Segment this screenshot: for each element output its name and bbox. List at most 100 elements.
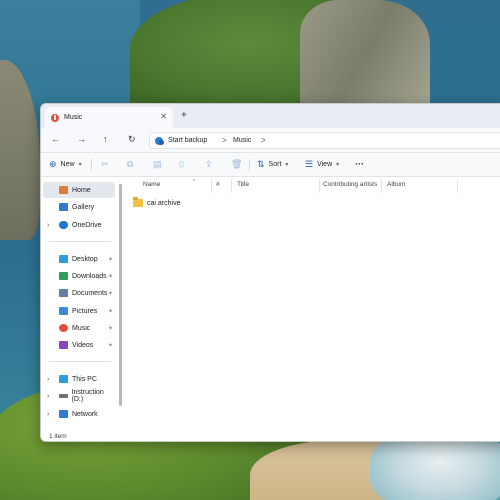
view-button[interactable]: ☰ View ▾ (305, 159, 339, 170)
back-button[interactable]: ← (51, 134, 60, 144)
file-name: cai archive (147, 199, 181, 207)
chevron-down-icon: ▾ (78, 162, 82, 168)
sidebar-item-label: Gallery (72, 203, 95, 211)
copy-icon: ⧉ (127, 159, 134, 169)
column-divider[interactable] (231, 180, 232, 193)
sidebar-item-pictures[interactable]: Pictures ✦ (43, 303, 115, 319)
folder-icon (133, 197, 143, 207)
sidebar-item-videos[interactable]: Videos ✦ (43, 337, 115, 353)
sidebar-item-music[interactable]: Music ✦ (43, 320, 115, 336)
column-divider[interactable] (381, 180, 382, 193)
sidebar-item-label: Pictures (72, 307, 98, 315)
sidebar-item-label: Network (72, 410, 98, 418)
address-bar[interactable]: Start backup > Music > (149, 132, 500, 149)
sidebar-item-desktop[interactable]: Desktop ✦ (43, 251, 115, 267)
gallery-icon (59, 203, 68, 211)
column-divider[interactable] (211, 180, 212, 193)
sidebar-item-label: Documents (72, 289, 108, 297)
column-header-number[interactable]: # (216, 181, 220, 193)
forward-button[interactable]: → (77, 134, 86, 144)
chevron-right-icon[interactable]: › (47, 222, 49, 229)
sidebar-item-label: Home (72, 186, 91, 194)
divider (49, 241, 111, 242)
column-header-album[interactable]: Album (387, 181, 405, 193)
sidebar-item-label: OneDrive (72, 221, 102, 229)
sidebar-item-drive-d[interactable]: › Instruction (D:) (43, 388, 115, 404)
video-icon (59, 341, 68, 349)
pin-icon: ✦ (107, 256, 113, 263)
paste-button[interactable]: ▤ (153, 159, 162, 170)
pin-icon: ✦ (107, 308, 113, 315)
sidebar-item-documents[interactable]: Documents ✦ (43, 285, 115, 301)
sort-label: Sort (268, 161, 282, 168)
share-button[interactable]: ⇪ (205, 159, 213, 170)
sidebar-item-home[interactable]: Home (43, 182, 115, 198)
pin-icon: ✦ (107, 325, 113, 332)
network-icon (59, 410, 68, 418)
breadcrumb-chevron-icon[interactable]: > (261, 136, 266, 145)
column-label: Name (143, 181, 161, 188)
chevron-down-icon: ▾ (336, 162, 340, 168)
column-divider[interactable] (319, 180, 320, 193)
chevron-right-icon[interactable]: › (47, 393, 49, 400)
column-header-title[interactable]: Title (237, 181, 249, 193)
divider (49, 361, 111, 362)
wallpaper-rock (300, 0, 430, 110)
copy-button[interactable]: ⧉ (127, 159, 133, 170)
pin-icon: ✦ (107, 290, 113, 297)
tab-bar: Music ✕ + (41, 104, 500, 128)
tab-music[interactable]: Music ✕ (45, 107, 173, 128)
sidebar-item-onedrive[interactable]: › OneDrive (43, 217, 115, 233)
desktop-icon (59, 255, 68, 263)
chevron-right-icon[interactable]: › (47, 411, 49, 418)
delete-button[interactable]: 🗑 (231, 159, 242, 170)
view-icon: ☰ (305, 159, 314, 169)
sidebar-item-downloads[interactable]: Downloads ✦ (43, 268, 115, 284)
navigation-pane: Home Gallery › OneDrive Desktop ✦ Downlo… (41, 177, 119, 430)
cloud-icon (59, 221, 68, 229)
refresh-button[interactable]: ↻ (128, 134, 136, 145)
rename-icon: ⌷ (179, 159, 185, 169)
download-icon (59, 272, 68, 280)
sidebar-item-this-pc[interactable]: › This PC (43, 371, 115, 387)
new-button[interactable]: ⊕ New ▾ (49, 159, 82, 170)
rename-button[interactable]: ⌷ (179, 159, 184, 170)
sidebar-scrollbar[interactable] (119, 184, 122, 406)
share-icon: ⇪ (205, 159, 213, 169)
item-count: 1 item (49, 433, 67, 440)
plus-circle-icon: ⊕ (49, 159, 57, 169)
column-divider[interactable] (457, 180, 458, 193)
divider (91, 159, 92, 171)
sidebar-item-gallery[interactable]: Gallery (43, 199, 115, 215)
column-header-contributing-artists[interactable]: Contributing artists (323, 181, 377, 193)
sort-button[interactable]: ⇅ Sort ▾ (257, 159, 288, 170)
more-options-button[interactable]: ··· (355, 159, 364, 169)
close-tab-icon[interactable]: ✕ (160, 112, 167, 121)
music-icon (59, 324, 68, 332)
list-item[interactable]: cai archive (133, 197, 180, 209)
new-tab-button[interactable]: + (181, 110, 187, 121)
drive-icon (59, 394, 68, 398)
sidebar-item-label: Music (72, 324, 91, 332)
chevron-right-icon[interactable]: › (47, 376, 49, 383)
sidebar-item-network[interactable]: › Network (43, 406, 115, 422)
sidebar-item-label: Videos (72, 341, 94, 349)
more-icon: ··· (355, 159, 364, 169)
cut-icon: ✂ (101, 159, 109, 169)
breadcrumb-music[interactable]: Music (233, 137, 251, 144)
sidebar-item-label: This PC (72, 375, 97, 383)
paste-icon: ▤ (153, 159, 162, 169)
music-icon (51, 113, 59, 122)
file-explorer-window: Music ✕ + ← → ↑ ↻ Start backup > Music >… (40, 103, 500, 442)
sidebar-item-label: Downloads (72, 272, 107, 280)
up-button[interactable]: ↑ (103, 134, 108, 144)
file-list: ^ Name # Title Contributing artists Albu… (125, 177, 500, 430)
sidebar-item-label: Desktop (72, 255, 98, 263)
cut-button[interactable]: ✂ (101, 159, 109, 170)
pc-icon (59, 375, 68, 383)
column-header-name[interactable]: ^ Name (143, 179, 195, 193)
breadcrumb-chevron-icon[interactable]: > (222, 136, 227, 145)
sidebar-item-label: Instruction (D:) (71, 389, 104, 403)
pin-icon: ✦ (107, 342, 113, 349)
start-backup-link[interactable]: Start backup (168, 137, 207, 144)
